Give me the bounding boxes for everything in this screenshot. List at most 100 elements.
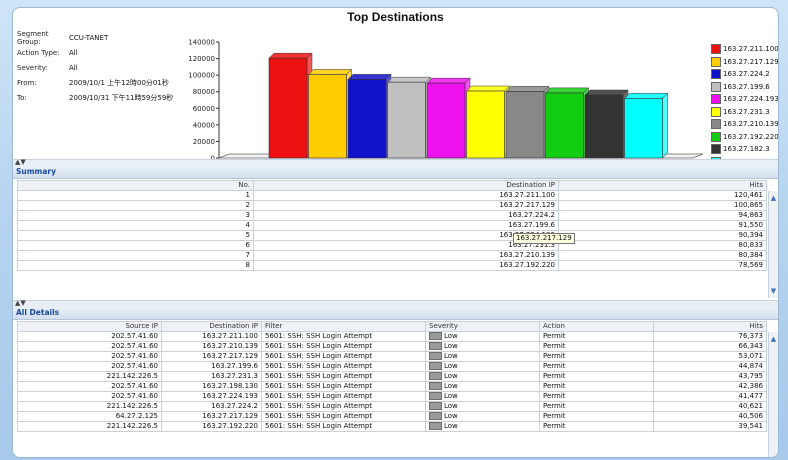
legend-item: 163.27.224.193 — [711, 93, 778, 106]
legend-label: 163.27.192.220 — [723, 132, 779, 141]
cell-text: Permit — [543, 402, 566, 411]
bar-top — [544, 87, 590, 94]
cell-text: 40,506 — [738, 412, 764, 421]
table-row[interactable]: 7 163.27.210.139 80,384 — [17, 250, 767, 261]
table-cell: Permit — [539, 411, 654, 422]
summary-col-header[interactable]: Hits — [558, 180, 767, 191]
table-row[interactable]: 64.27.2.125 163.27.217.129 5601: SSH: SSH … — [17, 411, 767, 422]
y-tick-label: 80000 — [193, 88, 215, 96]
legend-swatch — [711, 119, 721, 130]
details-col-header[interactable]: Severity — [425, 321, 540, 332]
legend-swatch — [711, 131, 721, 142]
table-cell: Permit — [539, 381, 654, 392]
details-col-header[interactable]: Hits — [653, 321, 767, 332]
cell-text: 163.27.199.6 — [211, 362, 258, 371]
table-cell: 221.142.226.5 — [17, 401, 162, 412]
scroll-up-icon[interactable]: ▲ — [769, 335, 778, 344]
table-row[interactable]: 2 163.27.217.129 100,865 — [17, 200, 767, 211]
table-cell: 5601: SSH: SSH Login Attempt — [261, 421, 426, 432]
filter-row: Action Type: All — [17, 45, 187, 60]
table-cell: Low — [425, 411, 540, 422]
cell-text: Low — [444, 362, 458, 371]
table-cell: 5601: SSH: SSH Login Attempt — [261, 381, 426, 392]
table-row[interactable]: 1 163.27.211.100 120,461 — [17, 190, 767, 201]
table-cell: 2 — [17, 200, 254, 211]
severity-icon — [429, 372, 442, 380]
summary-panel-header[interactable]: Summary — [13, 166, 778, 179]
bar-163.27.210.139 — [505, 91, 545, 159]
summary-col-header[interactable]: No. — [17, 180, 254, 191]
bar-chart: 140000120000100000800006000040000200000 — [188, 39, 704, 163]
table-row[interactable]: 8 163.27.192.220 78,569 — [17, 260, 767, 271]
details-panel-header[interactable]: All Details — [13, 307, 778, 320]
scroll-up-icon[interactable]: ▲ — [769, 194, 778, 203]
table-cell: 163.27.210.139 — [253, 250, 559, 261]
cell-text: 163.27.217.129 — [202, 352, 258, 361]
legend-swatch — [711, 69, 721, 80]
table-cell: Permit — [539, 341, 654, 352]
bar-side — [662, 92, 668, 159]
cell-text: 202.57.41.60 — [111, 382, 158, 391]
cell-text: 202.57.41.60 — [111, 352, 158, 361]
table-row[interactable]: 202.57.41.60 163.27.198.130 5601: SSH: SSH… — [17, 381, 767, 392]
legend-swatch — [711, 144, 721, 155]
cell-text: 76,373 — [738, 332, 764, 341]
severity-icon — [429, 362, 442, 370]
bar-163.27.217.129 — [308, 74, 347, 159]
legend-swatch — [711, 81, 721, 92]
splitter-bottom[interactable]: ▲▼ — [13, 299, 778, 307]
cell-text: 66,343 — [738, 342, 764, 351]
cell-text: 5601: SSH: SSH Login Attempt — [265, 332, 373, 341]
table-cell: 90,394 — [558, 230, 767, 241]
table-cell: 39,541 — [653, 421, 767, 432]
table-cell: 5601: SSH: SSH Login Attempt — [261, 351, 426, 362]
table-row[interactable]: 3 163.27.224.2 94,863 — [17, 210, 767, 221]
cell-text: 163.27.224.193 — [202, 392, 258, 401]
cell-text: 40,621 — [738, 402, 764, 411]
table-cell: 163.27.217.129 — [253, 200, 559, 211]
table-cell: 5601: SSH: SSH Login Attempt — [261, 361, 426, 372]
details-scrollbar[interactable]: ▲ — [768, 332, 778, 457]
cell-text: Low — [444, 382, 458, 391]
details-col-header[interactable]: Filter — [261, 321, 426, 332]
table-row[interactable]: 5163.27.224.19390,394 — [17, 230, 767, 241]
y-tick-label: 20000 — [193, 138, 215, 146]
legend-label: 163.27.210.139 — [723, 120, 779, 129]
details-col-header[interactable]: Destination IP — [161, 321, 262, 332]
table-cell: 202.57.41.60 — [17, 331, 162, 342]
cell-text: 5601: SSH: SSH Login Attempt — [265, 422, 373, 431]
cell-text: 43,795 — [738, 372, 764, 381]
filter-summary: Segment Group: CCU-TANET Action Type: All Se… — [17, 30, 187, 105]
table-row[interactable]: 221.142.226.5 163.27.224.2 5601: SSH: SSH … — [17, 401, 767, 412]
cell-text: 202.57.41.60 — [111, 392, 158, 401]
scroll-down-icon[interactable]: ▼ — [769, 287, 778, 296]
table-row[interactable]: 6 163.27.231.3 80,833 — [17, 240, 767, 251]
details-col-header[interactable]: Action — [539, 321, 654, 332]
bar-top — [268, 52, 313, 59]
cell-text: 221.142.226.5 — [106, 422, 158, 431]
filter-label: From: — [17, 78, 37, 87]
cell-text: 202.57.41.60 — [111, 362, 158, 371]
splitter-top[interactable]: ▲▼ — [13, 158, 778, 166]
bar-top — [584, 89, 629, 96]
table-row[interactable]: 202.57.41.60 163.27.199.6 5601: SSH: SSH L… — [17, 361, 767, 372]
table-row[interactable]: 202.57.41.60 163.27.217.129 5601: SSH: SSH… — [17, 351, 767, 362]
cell-text: 42,386 — [738, 382, 764, 391]
summary-scrollbar[interactable]: ▲ ▼ — [768, 191, 778, 298]
table-row[interactable]: 221.142.226.5 163.27.192.220 5601: SSH: SS… — [17, 421, 767, 432]
table-cell: Permit — [539, 391, 654, 402]
summary-col-header[interactable]: Destination IP — [253, 180, 559, 191]
cell-text: 5601: SSH: SSH Login Attempt — [265, 352, 373, 361]
table-row[interactable]: 202.57.41.60 163.27.224.193 5601: SSH: SSH… — [17, 391, 767, 402]
table-row[interactable]: 4 163.27.199.6 91,550 — [17, 220, 767, 231]
table-cell: 5601: SSH: SSH Login Attempt — [261, 371, 426, 382]
ip-tooltip: 163.27.217.129 — [513, 233, 575, 244]
y-tick-label: 140000 — [188, 39, 215, 47]
cell-text: Low — [444, 392, 458, 401]
table-row[interactable]: 202.57.41.60 163.27.211.100 5601: SSH: SSH… — [17, 331, 767, 342]
details-col-header[interactable]: Source IP — [17, 321, 162, 332]
table-row[interactable]: 221.142.226.5 163.27.231.3 5601: SSH: SSH … — [17, 371, 767, 382]
table-row[interactable]: 202.57.41.60 163.27.210.139 5601: SSH: SSH… — [17, 341, 767, 352]
cell-text: 221.142.226.5 — [106, 402, 158, 411]
table-cell: Permit — [539, 401, 654, 412]
